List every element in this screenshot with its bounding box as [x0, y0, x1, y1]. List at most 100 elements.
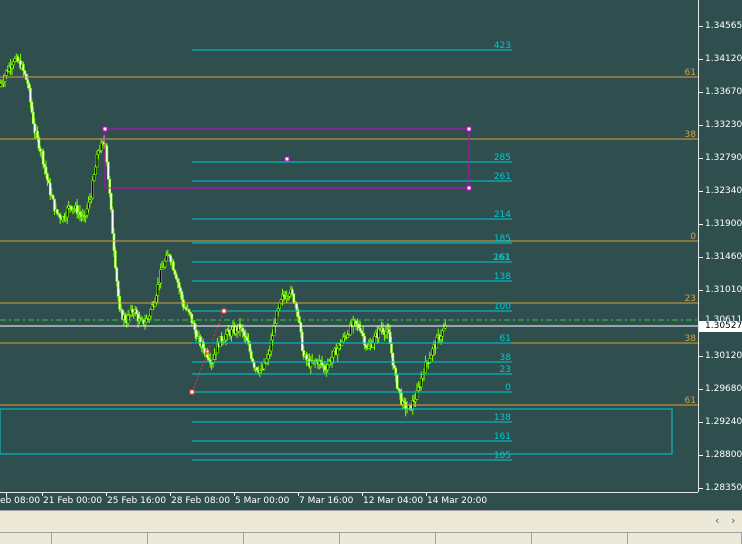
candle-body — [44, 166, 48, 174]
candle-body — [88, 199, 92, 203]
candle-body — [299, 322, 303, 333]
fib-secondary-lines[interactable] — [0, 76, 698, 406]
candle-body — [115, 267, 119, 282]
fib-secondary-label: 0 — [690, 232, 696, 242]
candle-body — [29, 88, 32, 103]
candle-body — [12, 61, 15, 66]
scroll-right-icon[interactable]: › — [731, 515, 735, 527]
candle-body — [91, 180, 95, 199]
bid-price-box: 1.30527 — [699, 321, 742, 332]
candle-body — [230, 329, 233, 337]
rectangle-handle[interactable] — [102, 126, 108, 132]
candle-body — [163, 260, 167, 268]
candle-body — [105, 145, 109, 163]
candle-body — [65, 207, 69, 218]
fib-primary-label: 261 — [494, 172, 511, 182]
chart-tab[interactable] — [436, 533, 532, 544]
candle-body — [23, 70, 27, 75]
candle-body — [78, 211, 82, 215]
candle-body — [27, 83, 31, 89]
candle-body — [258, 370, 262, 373]
price-label: 1.29680 — [705, 384, 742, 394]
price-tick — [699, 455, 703, 456]
candle-body — [291, 289, 294, 295]
candle-body — [381, 327, 385, 333]
chart-tab[interactable] — [532, 533, 628, 544]
fib-primary-label: 61 — [500, 334, 511, 344]
candle-body — [26, 79, 29, 84]
price-label: 1.34120 — [705, 54, 742, 64]
candle-body — [99, 142, 103, 151]
price-label: 1.33670 — [705, 87, 742, 97]
chart-canvas[interactable]: 423 285 261 214 185 161 261 138 100 61 3… — [0, 0, 698, 492]
candle-body — [47, 179, 51, 184]
chart-tab[interactable] — [628, 533, 742, 544]
candle-body — [149, 309, 153, 317]
candle-body — [363, 335, 366, 346]
candle-body — [300, 331, 304, 351]
chart-tab[interactable] — [244, 533, 340, 544]
price-label: 1.29240 — [705, 417, 742, 427]
candle-body — [36, 130, 39, 138]
candle-body — [173, 269, 177, 275]
candle-body — [51, 195, 55, 200]
price-tick — [699, 290, 703, 291]
candle-body — [148, 315, 151, 320]
chart-tab-strip[interactable] — [0, 532, 742, 544]
candle-body — [269, 339, 273, 352]
fib-primary-label: 0 — [505, 383, 511, 393]
rectangle-handle[interactable] — [466, 126, 472, 132]
candle-body — [111, 209, 114, 234]
fib-primary-label: 23 — [500, 365, 511, 375]
price-label: 1.31010 — [705, 285, 742, 295]
candle-body — [424, 361, 427, 373]
fib-primary-label: 38 — [500, 353, 512, 363]
price-tick — [699, 191, 703, 192]
candle-body — [245, 336, 249, 341]
fib-primary-label: 161 — [494, 432, 511, 442]
time-label: 21 Feb 00:00 — [43, 496, 103, 506]
fib-primary-lines[interactable] — [192, 49, 512, 461]
candle-body — [180, 291, 184, 300]
fib-anchor-handle[interactable] — [221, 308, 227, 314]
candle-body — [3, 75, 7, 82]
rectangle-handle[interactable] — [284, 156, 290, 162]
horizontal-scrollbar[interactable]: ‹ › — [0, 510, 742, 533]
chart-tab[interactable] — [52, 533, 148, 544]
time-label: 28 Feb 08:00 — [171, 496, 231, 506]
chart-tab[interactable] — [340, 533, 436, 544]
candle-body — [421, 374, 424, 379]
candle-body — [126, 314, 130, 324]
fib-primary-label: 185 — [494, 234, 511, 244]
price-tick — [699, 356, 703, 357]
candle-body — [267, 354, 270, 360]
scroll-left-icon[interactable]: ‹ — [715, 515, 719, 527]
candle-body — [241, 327, 245, 332]
candle-body — [172, 261, 175, 271]
candle-body — [431, 348, 434, 356]
candle-body — [13, 58, 17, 63]
time-label: 7 Mar 16:00 — [299, 496, 354, 506]
price-axis[interactable]: 1.34565 1.34120 1.33670 1.33230 1.32790 … — [698, 0, 742, 493]
candle-body — [176, 278, 179, 283]
candle-body — [155, 295, 158, 303]
candle-body — [278, 302, 281, 309]
candle-body — [211, 359, 215, 364]
candle-body — [85, 208, 89, 216]
time-label: 14 Mar 20:00 — [427, 496, 488, 506]
candle-body — [174, 273, 178, 280]
price-label: 1.31900 — [705, 219, 742, 229]
chart-tab[interactable] — [148, 533, 244, 544]
rectangle-handle[interactable] — [466, 185, 472, 191]
time-axis[interactable]: eb 08:00 21 Feb 00:00 25 Feb 16:00 28 Fe… — [0, 492, 698, 511]
price-chart[interactable]: 423 285 261 214 185 161 261 138 100 61 3… — [0, 0, 698, 492]
candle-body — [187, 309, 191, 313]
candle-body — [169, 255, 172, 262]
price-label: 1.30120 — [705, 351, 742, 361]
chart-tab[interactable] — [0, 533, 52, 544]
zone-rectangle[interactable] — [0, 408, 673, 455]
candle-body — [292, 293, 296, 303]
candle-body — [332, 350, 335, 358]
fib-anchor-handle[interactable] — [205, 349, 210, 354]
fib-anchor-handle[interactable] — [189, 389, 195, 395]
